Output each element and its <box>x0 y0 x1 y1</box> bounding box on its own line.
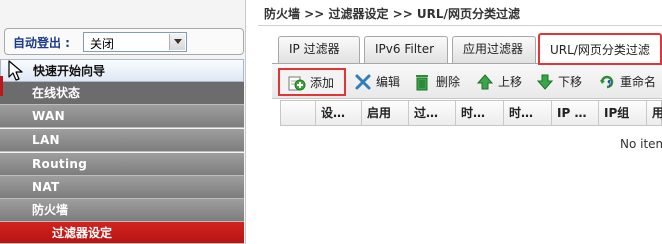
sidebar-item-label: 在线状态 <box>32 86 81 100</box>
add-label: 添加 <box>310 76 335 90</box>
tab-label: IP 过滤器 <box>289 42 340 56</box>
sidebar-item-nat[interactable]: NAT <box>0 176 244 199</box>
rename-button[interactable]: ¶ 重命名 <box>598 72 662 92</box>
tab-label: URL/网页分类过滤 <box>550 43 650 57</box>
add-button[interactable]: 添加 <box>278 68 346 96</box>
sidebar-item-online-status[interactable]: 在线状态 <box>0 82 244 105</box>
rename-icon: ¶ <box>600 75 614 89</box>
toolbar: 添加 编辑 删除 上移 下移 ¶ 重命名 <box>272 64 662 99</box>
breadcrumb: 防火墙 >> 过滤器设定 >> URL/网页分类过滤 <box>264 7 520 21</box>
column-header[interactable]: 过… <box>408 101 455 125</box>
tab-url-web-category-filter[interactable]: URL/网页分类过滤 <box>538 33 662 65</box>
column-header[interactable]: 时… <box>503 101 551 125</box>
chevron-down-icon[interactable] <box>169 34 185 50</box>
column-header[interactable]: 启用 <box>361 101 408 125</box>
sidebar-item-lan[interactable]: LAN <box>0 129 244 152</box>
rename-label: 重命名 <box>620 75 657 89</box>
mouse-cursor-icon <box>8 60 23 81</box>
sidebar-item-label: 防火墙 <box>32 203 69 217</box>
sidebar-item-filter-setup[interactable]: 过滤器设定 <box>0 222 244 244</box>
sidebar-item-label: 过滤器设定 <box>52 226 113 240</box>
column-header[interactable]: 设… <box>315 101 361 125</box>
delete-button[interactable]: 删除 <box>414 72 470 92</box>
sidebar-item-firewall[interactable]: 防火墙 <box>0 199 244 222</box>
delete-label: 删除 <box>436 75 461 89</box>
auto-logout-value: 关闭 <box>90 37 115 51</box>
table-header: 设… 启用 过… 时… 时… IP … IP组 用 <box>280 100 662 126</box>
move-up-label: 上移 <box>498 75 523 89</box>
svg-text:¶: ¶ <box>607 79 612 88</box>
column-header[interactable]: 用 <box>646 101 662 125</box>
column-header[interactable]: IP组 <box>598 101 646 125</box>
add-icon <box>288 76 306 91</box>
tab-application-filter[interactable]: 应用过滤器 <box>452 36 536 63</box>
auto-logout-label: 自动登出 : <box>13 36 70 50</box>
sidebar-item-label: WAN <box>32 109 65 123</box>
edit-button[interactable]: 编辑 <box>354 72 410 92</box>
move-up-button[interactable]: 上移 <box>476 72 532 92</box>
sidebar-item-routing[interactable]: Routing <box>0 153 244 176</box>
sidebar-item-wan[interactable]: WAN <box>0 105 244 128</box>
trash-icon <box>416 75 428 91</box>
auto-logout-select[interactable]: 关闭 <box>83 32 187 52</box>
arrow-up-icon <box>476 74 494 90</box>
left-edge-marker <box>0 76 3 96</box>
divider <box>258 25 662 26</box>
main-content: 防火墙 >> 过滤器设定 >> URL/网页分类过滤 IP 过滤器 IPv6 F… <box>258 0 662 244</box>
edit-label: 编辑 <box>376 75 401 89</box>
sidebar-item-quickstart-wizard[interactable]: 快速开始向导 <box>0 59 244 82</box>
sidebar-item-label: Routing <box>32 157 88 171</box>
arrow-down-icon <box>536 74 554 90</box>
tab-ipv6-filter[interactable]: IPv6 Filter <box>364 36 448 63</box>
sidebar: 自动登出 : 关闭 快速开始向导 在线状态 WAN LAN Routing NA… <box>0 0 246 244</box>
sidebar-item-label: NAT <box>32 180 60 194</box>
column-checkbox <box>281 101 315 125</box>
edit-icon <box>355 74 371 90</box>
empty-table-message: No item <box>620 137 662 151</box>
tab-ip-filter[interactable]: IP 过滤器 <box>278 36 360 63</box>
move-down-button[interactable]: 下移 <box>536 72 592 92</box>
main-panel: 防火墙 >> 过滤器设定 >> URL/网页分类过滤 IP 过滤器 IPv6 F… <box>258 0 662 244</box>
column-header[interactable]: 时… <box>455 101 503 125</box>
tab-label: IPv6 Filter <box>375 42 435 56</box>
move-down-label: 下移 <box>558 75 583 89</box>
column-header[interactable]: IP … <box>551 101 598 125</box>
tab-label: 应用过滤器 <box>463 42 524 56</box>
sidebar-item-label: 快速开始向导 <box>33 64 106 78</box>
sidebar-item-label: LAN <box>32 133 60 147</box>
auto-logout-panel: 自动登出 : 关闭 <box>4 28 244 55</box>
